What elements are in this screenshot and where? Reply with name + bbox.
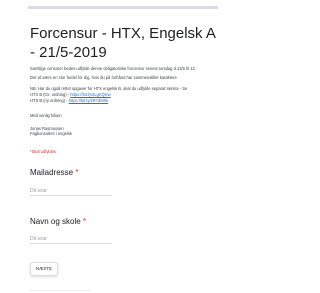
link-prefix-new: HTX B (ny ordning) -: [30, 98, 69, 103]
signature-role: Fagkonsulent i engelsk: [30, 131, 72, 136]
link-line-htx-b-new: HTX B (ny ordning) - https://bit.ly/2R7d…: [30, 98, 220, 103]
link-htx-b-old[interactable]: https://bit.ly/2LgKQKw: [70, 92, 110, 97]
footer-divider: [30, 290, 90, 291]
form-header-bar: [28, 6, 218, 9]
required-asterisk: *: [75, 168, 79, 177]
email-field[interactable]: [30, 187, 112, 196]
name-school-field-label: Navn og skole *: [30, 217, 86, 227]
link-htx-b-new[interactable]: https://bit.ly/2R7dMhk: [69, 98, 108, 103]
form-title: Forcensur - HTX, Engelsk A - 21/5-2019: [30, 25, 216, 61]
form-description-line-1: Samtlige censorer bedes udfylde denne ob…: [30, 66, 196, 71]
form-card: Forcensur - HTX, Engelsk A - 21/5-2019 S…: [0, 0, 247, 293]
name-school-label-text: Navn og skole: [30, 217, 81, 226]
name-school-field[interactable]: [30, 235, 112, 244]
required-asterisk: *: [82, 217, 87, 226]
email-field-label: Mailadresse *: [30, 168, 79, 178]
link-prefix-old: HTX B (01- ordning) -: [30, 92, 71, 97]
email-label-text: Mailadresse: [30, 168, 74, 177]
required-note: *Skal udfyldes: [30, 149, 56, 154]
link-line-htx-b-old: HTX B (01- ordning) - https://bit.ly/2Lg…: [30, 92, 220, 97]
form-description-line-3: NB. Har du også rettet opgaver for HTX e…: [30, 86, 188, 91]
form-description-line-2: Det vil være en stor fordel for dig, hvi…: [30, 75, 177, 80]
next-button[interactable]: NÆSTE: [30, 262, 58, 276]
closing-text: Med venlig hilsen: [30, 113, 62, 118]
